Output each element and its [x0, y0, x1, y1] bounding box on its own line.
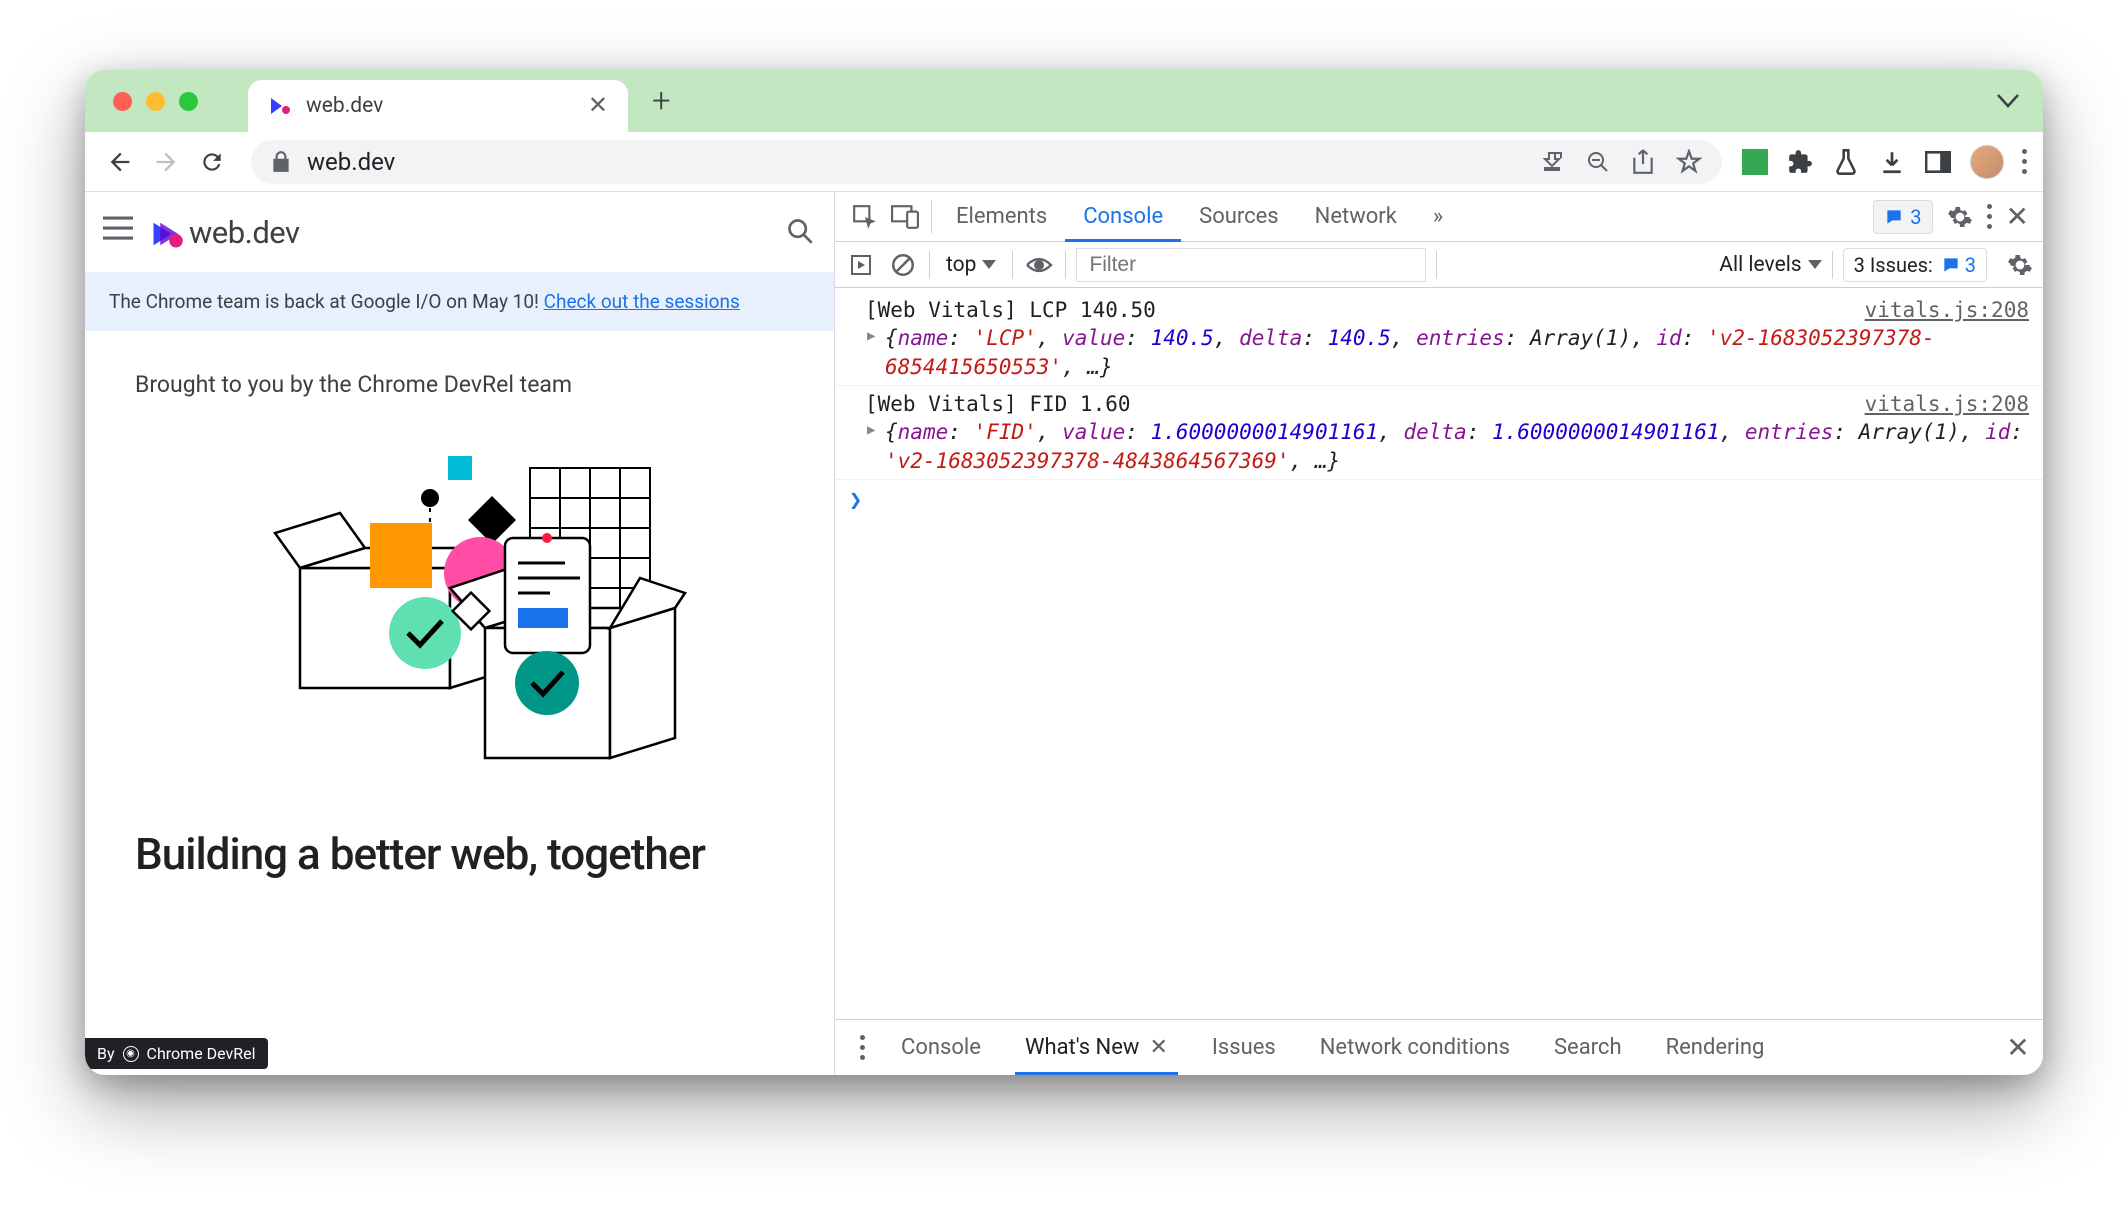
page-headline: Building a better web, together — [135, 828, 784, 880]
live-expression-icon[interactable] — [1023, 249, 1055, 281]
drawer-menu-button[interactable] — [845, 1020, 879, 1075]
levels-label: All levels — [1719, 253, 1801, 277]
log-levels-selector[interactable]: All levels — [1719, 253, 1821, 277]
log-source-link[interactable]: vitals.js:208 — [1865, 296, 2029, 324]
site-logo[interactable]: web.dev — [149, 214, 300, 251]
banner-link[interactable]: Check out the sessions — [544, 290, 740, 313]
downloads-icon[interactable] — [1878, 148, 1906, 176]
omnibox-actions — [1540, 149, 1702, 175]
page-viewport: web.dev The Chrome team is back at Googl… — [85, 192, 835, 1075]
close-tab-button[interactable]: ✕ — [588, 94, 608, 118]
issues-count: 3 — [1965, 253, 1976, 277]
browser-window: web.dev ✕ + web.dev — [85, 70, 2043, 1075]
attribution-name: Chrome DevRel — [147, 1044, 256, 1063]
browser-toolbar: web.dev — [85, 132, 2043, 192]
reload-button[interactable] — [193, 143, 231, 181]
drawer-tab-whatsnew[interactable]: What's New ✕ — [1003, 1020, 1190, 1075]
drawer-tab-console[interactable]: Console — [879, 1020, 1003, 1075]
console-toolbar: top All levels 3 Issues: 3 — [835, 242, 2043, 288]
page-body: Brought to you by the Chrome DevRel team — [85, 331, 834, 920]
drawer-tab-rendering[interactable]: Rendering — [1644, 1020, 1787, 1075]
lock-icon — [271, 150, 291, 174]
chrome-icon: ◉ — [123, 1046, 139, 1062]
console-prompt[interactable]: ❯ — [835, 480, 2043, 522]
search-icon[interactable] — [786, 217, 816, 247]
minimize-window-button[interactable] — [146, 92, 165, 111]
announcement-banner: The Chrome team is back at Google I/O on… — [85, 272, 834, 331]
clear-console-icon[interactable] — [887, 249, 919, 281]
toolbar-right — [1742, 145, 2027, 179]
extensions-icon[interactable] — [1786, 148, 1814, 176]
tab-strip: web.dev ✕ + — [85, 70, 2043, 132]
extension-green-icon[interactable] — [1742, 149, 1768, 175]
devtools-tabs: Elements Console Sources Network » 3 ✕ — [835, 192, 2043, 242]
tab-console[interactable]: Console — [1065, 192, 1181, 241]
tab-title: web.dev — [306, 94, 574, 118]
share-icon[interactable] — [1632, 149, 1654, 175]
close-drawer-tab-button[interactable]: ✕ — [1149, 1035, 1167, 1060]
profile-avatar[interactable] — [1970, 145, 2004, 179]
labs-icon[interactable] — [1832, 148, 1860, 176]
devtools-panel: Elements Console Sources Network » 3 ✕ — [835, 192, 2043, 1075]
drawer-tab-network-conditions[interactable]: Network conditions — [1298, 1020, 1532, 1075]
context-label: top — [946, 253, 976, 277]
page-subtitle: Brought to you by the Chrome DevRel team — [135, 371, 784, 398]
filter-input[interactable] — [1076, 248, 1426, 282]
url-text: web.dev — [307, 148, 1524, 176]
attribution-prefix: By — [97, 1044, 115, 1063]
close-window-button[interactable] — [113, 92, 132, 111]
settings-icon[interactable] — [1947, 204, 1973, 230]
drawer-tab-label: What's New — [1025, 1035, 1140, 1060]
log-entry: [Web Vitals] FID 1.60 vitals.js:208 {nam… — [835, 386, 2043, 480]
hamburger-icon[interactable] — [103, 216, 135, 248]
close-drawer-button[interactable]: ✕ — [1993, 1020, 2043, 1075]
log-object[interactable]: {name: 'LCP', value: 140.5, delta: 140.5… — [865, 324, 2029, 381]
messages-badge[interactable]: 3 — [1873, 200, 1932, 234]
tab-sources[interactable]: Sources — [1181, 192, 1297, 241]
log-object[interactable]: {name: 'FID', value: 1.6000000014901161,… — [865, 418, 2029, 475]
logo-mark-icon — [149, 216, 181, 248]
side-panel-icon[interactable] — [1924, 148, 1952, 176]
inspect-icon[interactable] — [845, 192, 885, 241]
tab-search-button[interactable] — [1997, 94, 2019, 108]
device-mode-icon[interactable] — [885, 192, 925, 241]
back-button[interactable] — [101, 143, 139, 181]
messages-count: 3 — [1910, 205, 1921, 229]
tab-network[interactable]: Network — [1297, 192, 1415, 241]
tab-elements[interactable]: Elements — [938, 192, 1065, 241]
window-controls — [113, 92, 198, 111]
zoom-out-icon[interactable] — [1586, 150, 1610, 174]
tab-overflow[interactable]: » — [1415, 192, 1461, 241]
console-settings-icon[interactable] — [2007, 252, 2033, 278]
browser-menu-button[interactable] — [2022, 147, 2027, 177]
address-bar[interactable]: web.dev — [251, 140, 1722, 184]
banner-text: The Chrome team is back at Google I/O on… — [109, 290, 544, 313]
page-header: web.dev — [85, 192, 834, 272]
close-devtools-button[interactable]: ✕ — [2006, 200, 2029, 233]
hero-illustration — [210, 438, 710, 798]
new-tab-button[interactable]: + — [652, 82, 671, 121]
content-area: web.dev The Chrome team is back at Googl… — [85, 192, 2043, 1075]
devtools-menu-button[interactable] — [1987, 202, 1992, 232]
forward-button[interactable] — [147, 143, 185, 181]
tab-favicon-icon — [268, 94, 292, 118]
execution-context-icon[interactable] — [845, 249, 877, 281]
context-selector[interactable]: top — [940, 251, 1002, 279]
log-entry: [Web Vitals] LCP 140.50 vitals.js:208 {n… — [835, 292, 2043, 386]
bookmark-icon[interactable] — [1676, 149, 1702, 175]
site-name: web.dev — [189, 214, 300, 251]
issues-label: 3 Issues: — [1854, 253, 1933, 277]
issues-chip[interactable]: 3 Issues: 3 — [1843, 248, 1987, 282]
log-message: [Web Vitals] FID 1.60 — [865, 390, 1131, 418]
devtools-drawer: Console What's New ✕ Issues Network cond… — [835, 1019, 2043, 1075]
attribution-badge: By ◉ Chrome DevRel — [85, 1038, 268, 1069]
install-icon[interactable] — [1540, 150, 1564, 174]
console-output: [Web Vitals] LCP 140.50 vitals.js:208 {n… — [835, 288, 2043, 1019]
drawer-tab-issues[interactable]: Issues — [1190, 1020, 1298, 1075]
log-message: [Web Vitals] LCP 140.50 — [865, 296, 1156, 324]
maximize-window-button[interactable] — [179, 92, 198, 111]
browser-tab[interactable]: web.dev ✕ — [248, 80, 628, 132]
drawer-tab-search[interactable]: Search — [1532, 1020, 1644, 1075]
log-source-link[interactable]: vitals.js:208 — [1865, 390, 2029, 418]
